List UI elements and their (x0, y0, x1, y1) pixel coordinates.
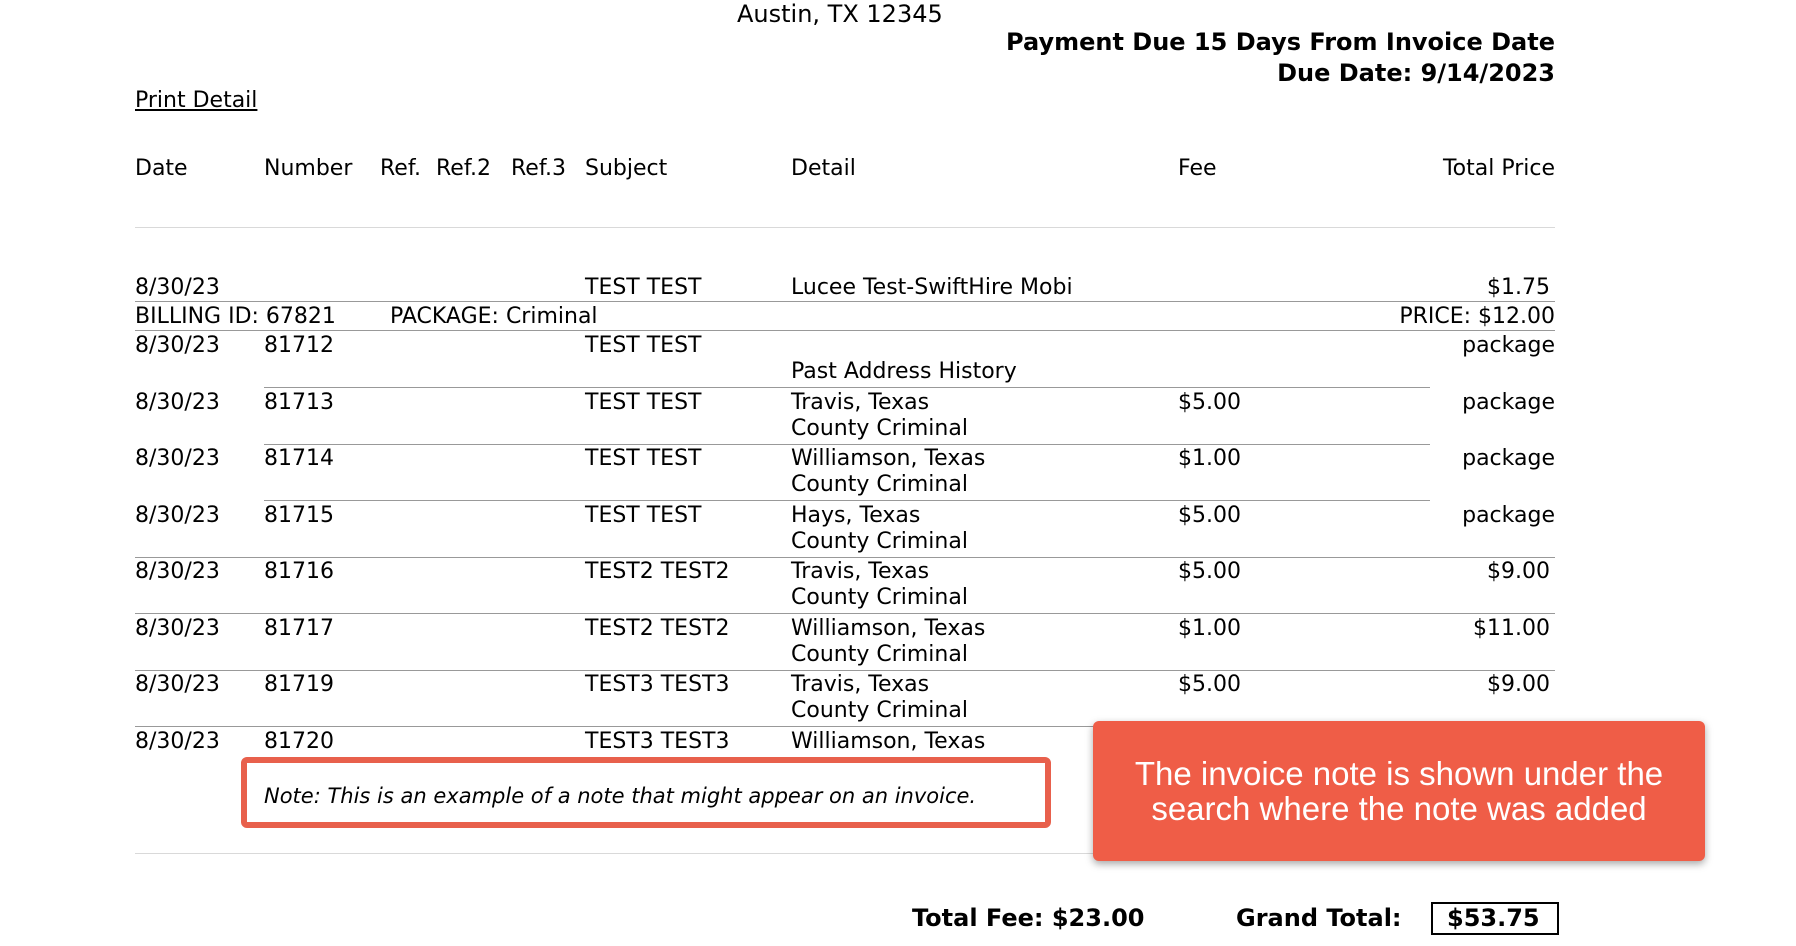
package-name: PACKAGE: Criminal (390, 304, 598, 329)
row-detail-location: Travis, Texas (791, 390, 930, 415)
row-date: 8/30/23 (135, 333, 220, 358)
row-divider (264, 500, 1430, 501)
row-number: 81720 (264, 729, 334, 754)
row-date: 8/30/23 (135, 275, 220, 300)
header-divider (135, 227, 1555, 228)
row-subject: TEST2 TEST2 (585, 616, 730, 641)
row-divider (135, 301, 1555, 302)
grand-total-value: $53.75 (1447, 904, 1540, 932)
col-total-price: Total Price (1442, 156, 1555, 181)
row-fee: $1.00 (1178, 446, 1241, 471)
row-detail-type: County Criminal (791, 529, 968, 554)
row-detail-location: Williamson, Texas (791, 616, 986, 641)
row-detail-location: Travis, Texas (791, 672, 930, 697)
row-date: 8/30/23 (135, 672, 220, 697)
row-detail-type: Past Address History (791, 359, 1017, 384)
total-fee: Total Fee: $23.00 (912, 904, 1145, 932)
row-number: 81713 (264, 390, 334, 415)
row-subject: TEST TEST (585, 275, 702, 300)
row-date: 8/30/23 (135, 559, 220, 584)
row-detail-type: County Criminal (791, 642, 968, 667)
row-detail-location: Hays, Texas (791, 503, 921, 528)
col-detail: Detail (791, 156, 856, 181)
row-total: package (1462, 390, 1555, 415)
row-number: 81714 (264, 446, 334, 471)
col-fee: Fee (1178, 156, 1217, 181)
row-subject: TEST3 TEST3 (585, 672, 730, 697)
col-ref2: Ref.2 (436, 156, 491, 181)
due-date: Due Date: 9/14/2023 (1277, 59, 1555, 87)
package-price: PRICE: $12.00 (1399, 304, 1555, 329)
row-fee: $1.00 (1178, 616, 1241, 641)
row-total: package (1462, 333, 1555, 358)
invoice-note: Note: This is an example of a note that … (264, 784, 977, 808)
col-ref: Ref. (380, 156, 421, 181)
row-detail-location: Williamson, Texas (791, 729, 986, 754)
address-line: Austin, TX 12345 (737, 0, 943, 28)
grand-total-label: Grand Total: (1236, 904, 1402, 932)
row-divider (135, 670, 1555, 671)
row-fee: $5.00 (1178, 503, 1241, 528)
row-detail: Lucee Test-SwiftHire Mobi (791, 275, 1073, 300)
row-subject: TEST3 TEST3 (585, 729, 730, 754)
col-ref3: Ref.3 (511, 156, 566, 181)
row-number: 81716 (264, 559, 334, 584)
row-detail-type: County Criminal (791, 472, 968, 497)
row-total: $1.75 (1487, 275, 1550, 300)
row-subject: TEST TEST (585, 390, 702, 415)
col-subject: Subject (585, 156, 668, 181)
row-detail-type: County Criminal (791, 698, 968, 723)
row-date: 8/30/23 (135, 390, 220, 415)
row-number: 81712 (264, 333, 334, 358)
row-number: 81715 (264, 503, 334, 528)
row-total: $9.00 (1487, 559, 1550, 584)
row-divider (135, 330, 1555, 331)
row-subject: TEST2 TEST2 (585, 559, 730, 584)
row-number: 81717 (264, 616, 334, 641)
payment-terms: Payment Due 15 Days From Invoice Date (1006, 28, 1555, 56)
row-date: 8/30/23 (135, 616, 220, 641)
print-detail-link[interactable]: Print Detail (135, 90, 257, 112)
row-subject: TEST TEST (585, 503, 702, 528)
row-divider (135, 613, 1555, 614)
row-fee: $5.00 (1178, 672, 1241, 697)
row-number: 81719 (264, 672, 334, 697)
row-date: 8/30/23 (135, 729, 220, 754)
callout-annotation: The invoice note is shown under the sear… (1093, 721, 1705, 861)
row-detail-type: County Criminal (791, 585, 968, 610)
row-total: package (1462, 503, 1555, 528)
billing-id: BILLING ID: 67821 (135, 304, 336, 329)
col-number: Number (264, 156, 353, 181)
col-date: Date (135, 156, 188, 181)
row-fee: $5.00 (1178, 390, 1241, 415)
row-date: 8/30/23 (135, 503, 220, 528)
row-total: $9.00 (1487, 672, 1550, 697)
row-date: 8/30/23 (135, 446, 220, 471)
row-divider (264, 387, 1430, 388)
row-total: $11.00 (1473, 616, 1550, 641)
row-subject: TEST TEST (585, 446, 702, 471)
row-detail-type: County Criminal (791, 416, 968, 441)
row-fee: $5.00 (1178, 559, 1241, 584)
row-subject: TEST TEST (585, 333, 702, 358)
row-divider (264, 444, 1430, 445)
row-detail-location: Williamson, Texas (791, 446, 986, 471)
row-detail-location: Travis, Texas (791, 559, 930, 584)
row-divider (135, 557, 1555, 558)
row-total: package (1462, 446, 1555, 471)
